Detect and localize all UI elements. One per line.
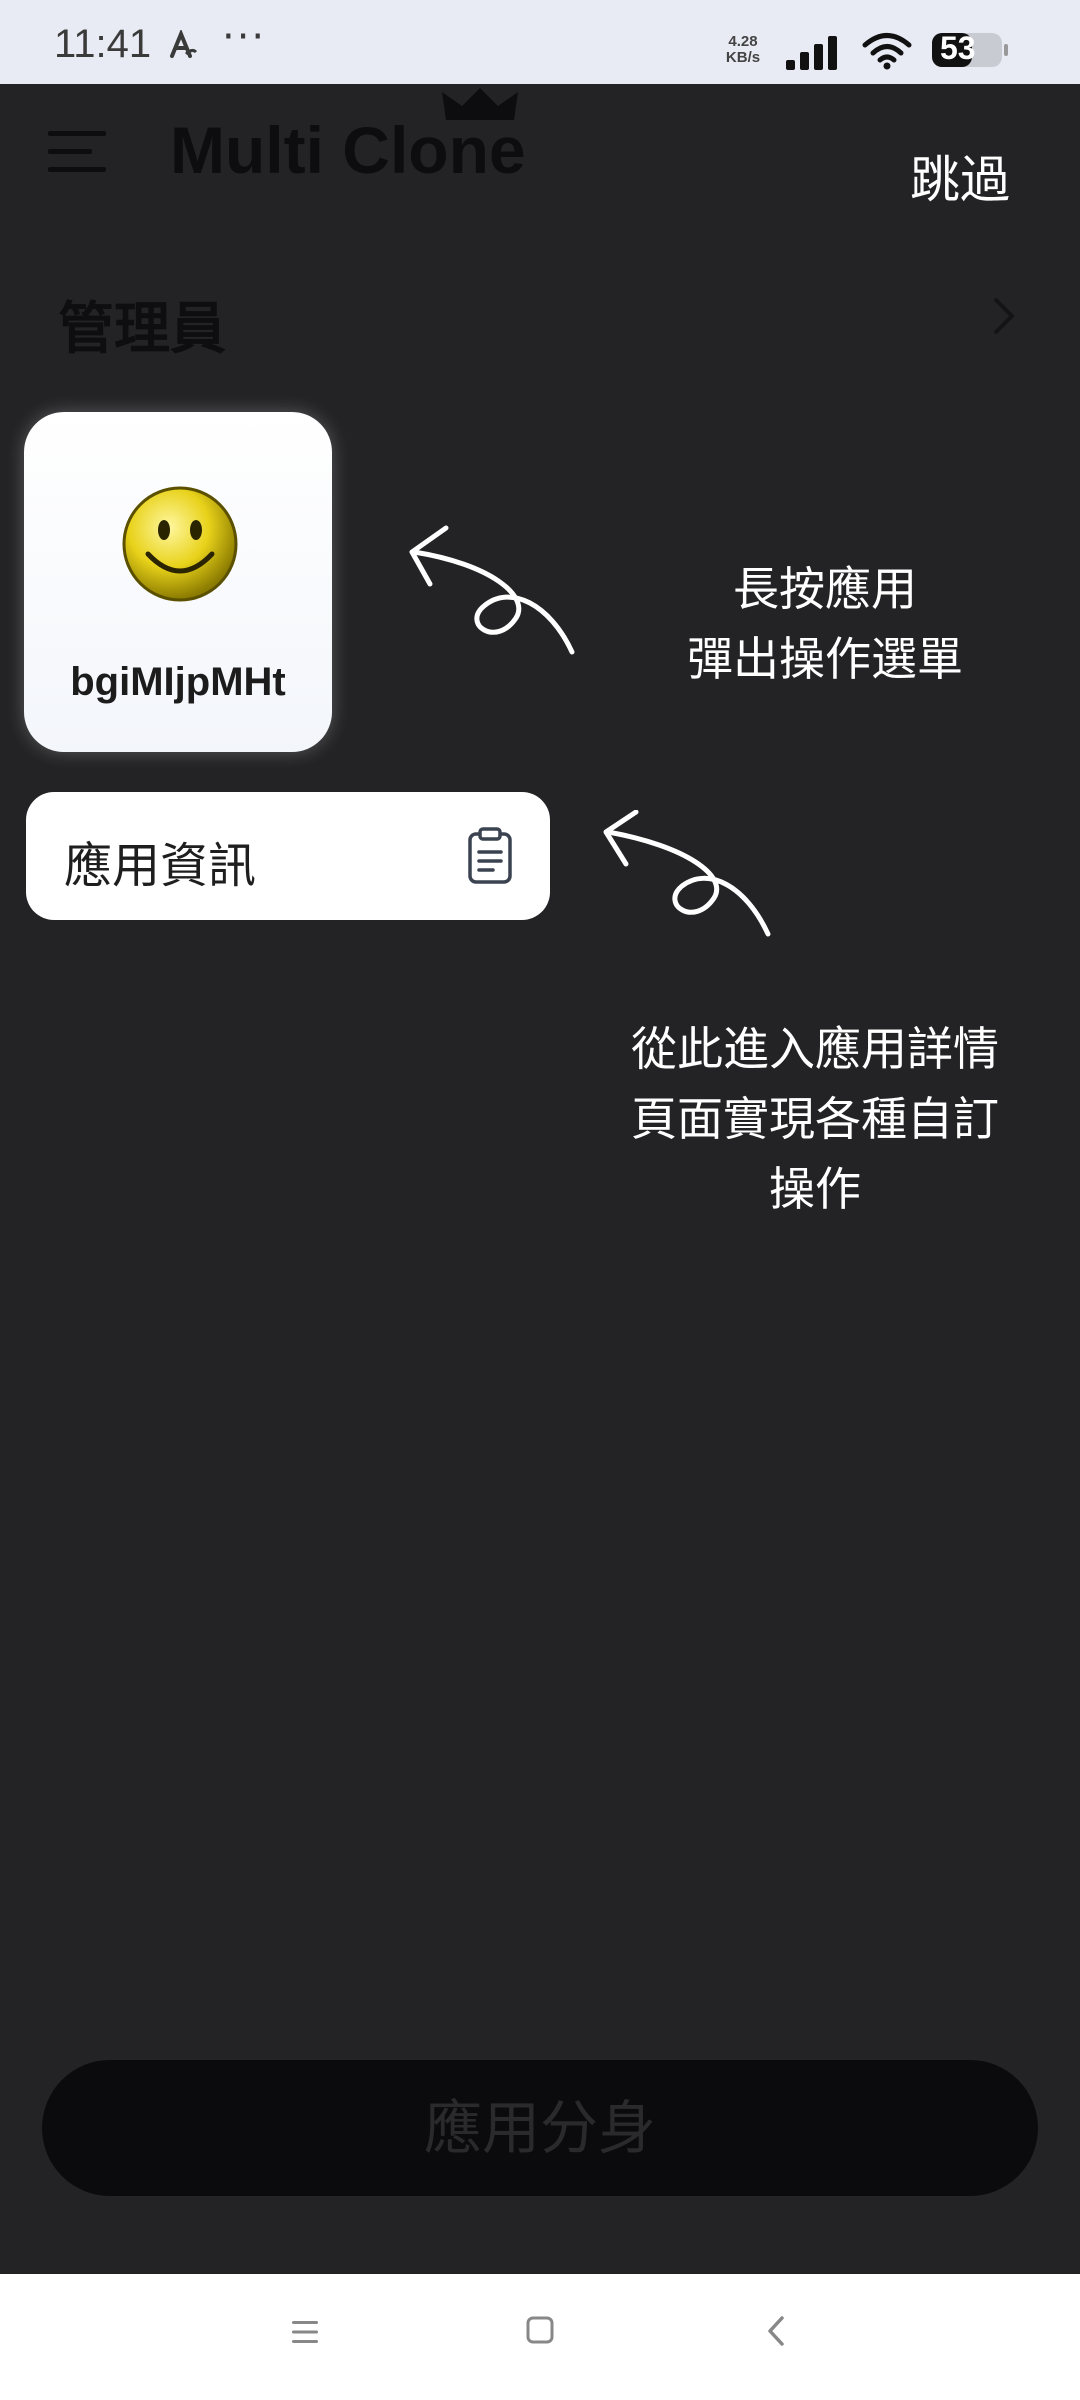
crown-icon (442, 88, 518, 120)
app-info-menu-item[interactable]: 應用資訊 (26, 792, 550, 920)
back-icon[interactable] (764, 2314, 788, 2348)
wifi-icon (862, 33, 912, 70)
hint-arrow-icon (603, 810, 771, 937)
app-card[interactable]: bgiMIjpMHt (24, 412, 332, 752)
section-title: 管理員 (58, 297, 226, 362)
skip-button[interactable]: 跳過 (910, 140, 1010, 212)
app-name: bgiMIjpMHt (70, 660, 286, 704)
app-info-label: 應用資訊 (64, 838, 257, 894)
long-press-hint: 長按應用 彈出操作選單 (687, 562, 963, 686)
recent-apps-icon[interactable] (290, 2318, 320, 2346)
battery-level: 53 (940, 30, 976, 66)
app-details-hint: 從此進入應用詳情 頁面實現各種自訂 操作 (631, 1022, 999, 1216)
chevron-right-icon[interactable] (990, 294, 1020, 338)
menu-icon[interactable] (46, 128, 108, 174)
app-clone-button[interactable]: 應用分身 (42, 2060, 1038, 2196)
accessibility-a-icon (170, 30, 198, 58)
status-bar: 11:41 ··· 4.28 KB/s 53 (0, 0, 1080, 84)
hint-arrow-icon (409, 525, 575, 655)
signal-icon (786, 36, 837, 70)
network-speed: 4.28 KB/s (725, 33, 761, 66)
home-icon[interactable] (524, 2314, 556, 2346)
more-notifications-icon: ··· (222, 14, 267, 60)
navigation-bar (0, 2274, 1080, 2400)
smiley-app-icon (122, 486, 238, 602)
status-time: 11:41 (54, 22, 152, 66)
clipboard-icon (468, 827, 512, 884)
